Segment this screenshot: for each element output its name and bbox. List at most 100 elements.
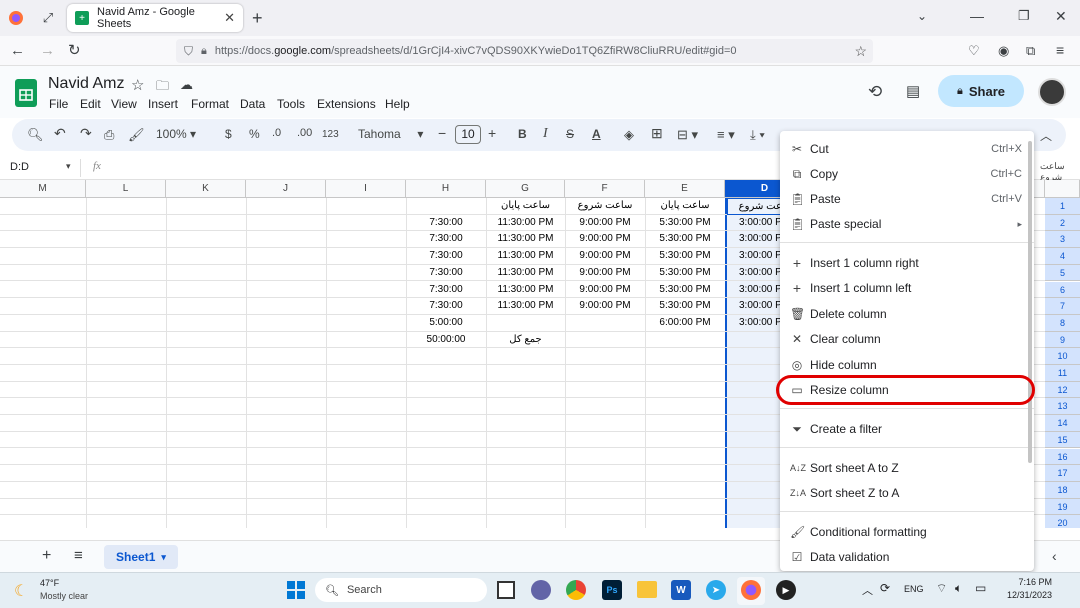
increase-font-size-icon[interactable]: +: [488, 125, 496, 141]
cell-f1[interactable]: ساعت شروع: [565, 198, 645, 215]
media-player-icon[interactable]: ▶: [776, 580, 796, 600]
cell-h6[interactable]: 7:30:00: [406, 282, 486, 299]
firefox-taskbar-icon[interactable]: [741, 580, 761, 600]
menu-item-create-filter[interactable]: ⏷ Create a filter: [780, 417, 1034, 441]
windows-start-icon[interactable]: [287, 581, 305, 599]
cell-e6[interactable]: 5:30:00 PM: [645, 282, 725, 299]
menu-tools[interactable]: Tools: [277, 97, 305, 111]
menu-help[interactable]: Help: [385, 97, 410, 111]
name-box[interactable]: D:D: [10, 161, 29, 173]
cell-g5[interactable]: 11:30:00 PM: [486, 265, 565, 282]
back-icon[interactable]: ←: [10, 42, 25, 59]
merge-cells-icon[interactable]: ⊟ ▾: [677, 127, 698, 143]
menu-item-sort-z-a[interactable]: Z↓A Sort sheet Z to A: [780, 481, 1034, 505]
menu-edit[interactable]: Edit: [80, 97, 101, 111]
borders-icon[interactable]: ⊞: [651, 125, 663, 142]
menu-file[interactable]: File: [49, 97, 68, 111]
menu-insert[interactable]: Insert: [148, 97, 178, 111]
close-window-icon[interactable]: ✕: [1055, 8, 1067, 25]
close-tab-icon[interactable]: ✕: [224, 10, 235, 26]
undo-icon[interactable]: ↶: [54, 125, 66, 142]
sheet-tab-sheet1[interactable]: Sheet1 ▾: [104, 545, 178, 569]
row-number[interactable]: 12: [1045, 381, 1080, 399]
star-icon[interactable]: ☆: [131, 76, 144, 94]
forward-icon[interactable]: →: [40, 42, 55, 59]
cell-f7[interactable]: 9:00:00 PM: [565, 298, 645, 315]
menu-format[interactable]: Format: [191, 97, 229, 111]
extensions-icon[interactable]: ⧉: [1026, 43, 1035, 59]
row-number[interactable]: 20: [1045, 515, 1080, 528]
task-view-icon[interactable]: [497, 581, 515, 599]
tray-overflow-icon[interactable]: ︿: [862, 582, 873, 598]
column-header-j[interactable]: J: [246, 180, 326, 198]
cell-h8[interactable]: 5:00:00: [406, 315, 486, 332]
row-number[interactable]: 7: [1045, 298, 1080, 315]
reload-icon[interactable]: ↻: [68, 41, 81, 59]
column-header-i[interactable]: I: [326, 180, 406, 198]
cell-h3[interactable]: 7:30:00: [406, 231, 486, 248]
telegram-icon[interactable]: ➤: [706, 580, 726, 600]
currency-button[interactable]: $: [225, 127, 232, 141]
zoom-select[interactable]: 100% ▾: [156, 127, 196, 141]
cell-e5[interactable]: 5:30:00 PM: [645, 265, 725, 282]
cell-g9[interactable]: جمع کل: [486, 332, 565, 349]
bookmark-star-icon[interactable]: ☆: [854, 43, 867, 60]
row-number[interactable]: 10: [1045, 348, 1080, 365]
row-number[interactable]: 17: [1045, 465, 1080, 482]
photoshop-icon[interactable]: Ps: [602, 580, 622, 600]
menu-item-paste[interactable]: 📋︎ Paste Ctrl+V: [780, 187, 1034, 211]
clock-time[interactable]: 7:16 PM: [1012, 577, 1052, 587]
chrome-icon[interactable]: [566, 580, 586, 600]
menu-data[interactable]: Data: [240, 97, 265, 111]
cell-e8[interactable]: 6:00:00 PM: [645, 315, 725, 332]
row-number[interactable]: 13: [1045, 398, 1080, 416]
account-icon[interactable]: ◉: [998, 43, 1009, 59]
sheets-logo-icon[interactable]: [15, 79, 37, 107]
print-icon[interactable]: ⎙: [104, 127, 114, 143]
sheet-tab-chevron-icon[interactable]: ▾: [161, 552, 166, 563]
language-indicator[interactable]: ENG: [904, 584, 924, 594]
cell-h5[interactable]: 7:30:00: [406, 265, 486, 282]
cell-f3[interactable]: 9:00:00 PM: [565, 231, 645, 248]
menu-icon[interactable]: ≡: [1056, 42, 1064, 58]
row-number[interactable]: 14: [1045, 415, 1080, 432]
decrease-decimal-button[interactable]: .0: [272, 127, 281, 139]
menu-view[interactable]: View: [111, 97, 137, 111]
weather-desc[interactable]: Mostly clear: [40, 591, 88, 601]
cell-e1[interactable]: ساعت پایان: [645, 198, 725, 215]
cell-e4[interactable]: 5:30:00 PM: [645, 248, 725, 265]
sheets-scroll-left-icon[interactable]: ‹: [1052, 548, 1057, 564]
clock-date[interactable]: 12/31/2023: [998, 590, 1052, 600]
share-button[interactable]: 🔒︎ Share: [938, 75, 1024, 107]
paint-format-icon[interactable]: 🖌︎: [128, 127, 145, 143]
expand-icon[interactable]: ⤢: [40, 10, 56, 26]
row-number[interactable]: 2: [1045, 214, 1080, 232]
number-format-button[interactable]: 123: [322, 129, 339, 140]
cell-g2[interactable]: 11:30:00 PM: [486, 215, 565, 232]
cell-g3[interactable]: 11:30:00 PM: [486, 231, 565, 248]
menu-item-insert-column-right[interactable]: + Insert 1 column right: [780, 251, 1034, 275]
menu-extensions[interactable]: Extensions: [317, 97, 376, 111]
increase-decimal-button[interactable]: .00: [297, 127, 312, 139]
teams-icon[interactable]: [531, 580, 551, 600]
cell-f5[interactable]: 9:00:00 PM: [565, 265, 645, 282]
cell-g1[interactable]: ساعت پایان: [486, 198, 565, 215]
tray-app-icon[interactable]: ⟳: [880, 581, 890, 595]
menu-item-copy[interactable]: ⧉ Copy Ctrl+C: [780, 162, 1034, 186]
cell-e7[interactable]: 5:30:00 PM: [645, 298, 725, 315]
file-explorer-icon[interactable]: [637, 581, 657, 598]
move-folder-icon[interactable]: 🗀︎: [156, 77, 169, 99]
font-size-input[interactable]: 10: [455, 125, 481, 144]
all-sheets-icon[interactable]: ≡: [74, 547, 83, 564]
lock-icon[interactable]: 🔒︎: [201, 45, 207, 58]
cell-g4[interactable]: 11:30:00 PM: [486, 248, 565, 265]
pocket-icon[interactable]: ♡: [968, 43, 980, 59]
firefox-icon[interactable]: [8, 10, 24, 26]
corner-header[interactable]: [1045, 180, 1080, 198]
wifi-icon[interactable]: ⌔: [936, 581, 947, 596]
cell-e2[interactable]: 5:30:00 PM: [645, 215, 725, 232]
active-tab[interactable]: + Navid Amz - Google Sheets ✕: [67, 4, 243, 32]
collapse-toolbar-icon[interactable]: ︿: [1040, 127, 1052, 144]
cell-f2[interactable]: 9:00:00 PM: [565, 215, 645, 232]
decrease-font-size-icon[interactable]: −: [438, 125, 446, 141]
